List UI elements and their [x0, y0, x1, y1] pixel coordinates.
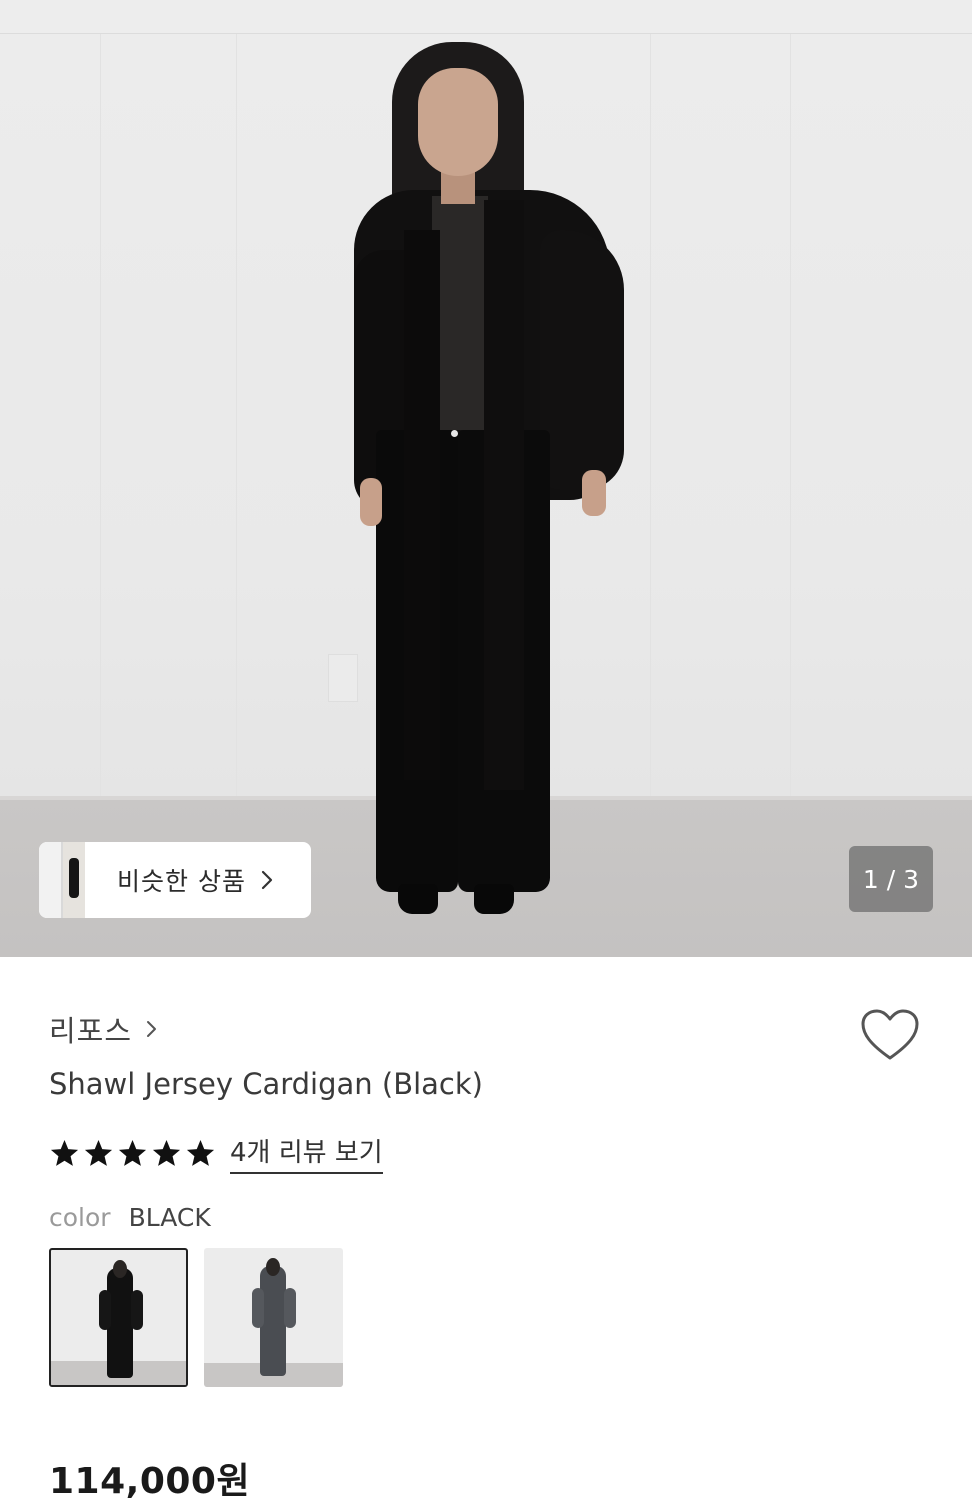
color-value: BLACK: [128, 1203, 211, 1232]
color-swatch-black[interactable]: [49, 1248, 188, 1387]
color-option-row: color BLACK: [49, 1203, 211, 1232]
rating-row: 4개 리뷰 보기: [49, 1132, 383, 1174]
chevron-right-icon: [261, 870, 273, 890]
star-icon: [118, 1139, 147, 1166]
product-title: Shawl Jersey Cardigan (Black): [49, 1067, 483, 1101]
view-reviews-link[interactable]: 4개 리뷰 보기: [230, 1132, 383, 1174]
star-icon: [84, 1139, 113, 1166]
heart-icon[interactable]: [860, 1008, 920, 1064]
color-swatch-charcoal[interactable]: [204, 1248, 343, 1387]
similar-products-label: 비슷한 상품: [117, 867, 246, 896]
product-price: 114,000원: [49, 1461, 251, 1500]
brand-name: 리포스: [49, 1014, 133, 1048]
model-figure: [0, 0, 972, 957]
brand-link[interactable]: 리포스: [49, 1008, 158, 1050]
star-icon: [50, 1139, 79, 1166]
product-image-gallery[interactable]: 비슷한 상품 1 / 3: [0, 0, 972, 957]
chevron-right-icon: [147, 1021, 157, 1037]
color-label: color: [49, 1203, 111, 1232]
similar-products-button[interactable]: 비슷한 상품: [39, 842, 311, 918]
similar-products-thumbnail: [39, 842, 85, 918]
star-icon: [152, 1139, 181, 1166]
star-icon: [186, 1139, 215, 1166]
star-rating: [49, 1138, 216, 1169]
image-page-counter: 1 / 3: [849, 846, 933, 912]
